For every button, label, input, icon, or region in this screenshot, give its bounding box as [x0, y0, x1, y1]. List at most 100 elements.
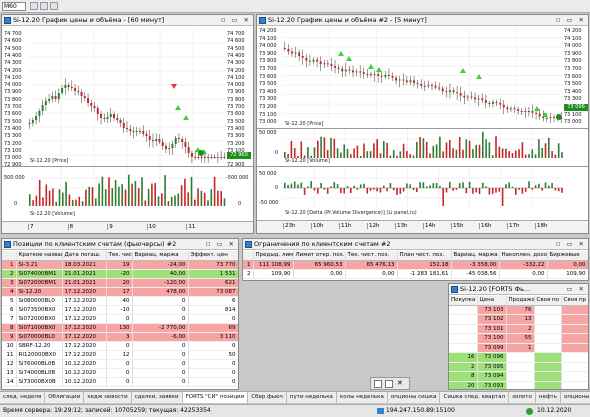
order-book-row[interactable]: 73 101 2: [449, 324, 588, 334]
volume-bar: [518, 149, 520, 158]
window-controls[interactable]: ▭ ✕: [566, 285, 586, 294]
workspace-tab[interactable]: FORTS "СИ" позиции: [182, 392, 249, 403]
candle-body: [477, 98, 480, 100]
workspace-tab[interactable]: Сишка след. квартал: [440, 392, 510, 403]
print-icon[interactable]: [50, 2, 58, 10]
table-row[interactable]: 6 Si073500BX0 17.12.2020 -10 0 814: [2, 305, 238, 315]
column-header[interactable]: Биржевые: [547, 251, 588, 261]
order-book-row[interactable]: 73 099 1: [449, 343, 588, 353]
order-book-row[interactable]: 73 102 13: [449, 314, 588, 325]
column-header[interactable]: Дата погаш.: [62, 251, 107, 261]
new-window-icon[interactable]: [30, 2, 38, 10]
table-row[interactable]: 3 Si072000BM1 21.01.2021 20 -120,00 621: [2, 278, 238, 288]
table-cell: RI120000BX0: [16, 350, 63, 360]
table-row[interactable]: 4 Si-12.20 17.12.2020 17 478,00 73 087: [2, 287, 238, 297]
save-icon[interactable]: [40, 2, 48, 10]
column-header[interactable]: Краткое название: [16, 251, 63, 261]
column-header[interactable]: [243, 251, 254, 261]
candle-body: [316, 59, 319, 62]
table-row[interactable]: 8 Si071000BX0 17.12.2020 130 -2 770,00 69: [2, 323, 238, 333]
workspace-tab[interactable]: опционы сишка: [388, 392, 441, 403]
column-header[interactable]: Накоплен. доход: [499, 251, 548, 261]
candle-body: [438, 87, 441, 89]
column-header[interactable]: Вариац. маржа: [132, 251, 189, 261]
workspace-tab[interactable]: опционы ртс: [561, 392, 590, 403]
table-row[interactable]: 2 Si074000BM1 21.01.2021 -20 40,00 1 531: [2, 269, 238, 279]
column-header[interactable]: Покупка: [449, 296, 478, 306]
column-header[interactable]: Цена: [477, 296, 507, 306]
close-icon[interactable]: ✕: [397, 379, 403, 387]
table-row[interactable]: 9 Si070000BL0 17.12.2020 3 -6,00 3 110: [2, 332, 238, 342]
table-cell: Si074000BM1: [16, 269, 63, 279]
order-book-row[interactable]: 73 100 55: [449, 333, 588, 344]
interval-select[interactable]: M60: [2, 2, 26, 11]
column-header[interactable]: Эффект. цен: [188, 251, 238, 261]
column-header[interactable]: Тек. чист. поз.: [345, 251, 398, 261]
candle-body: [452, 90, 455, 93]
column-header[interactable]: [2, 251, 17, 261]
candle-body: [181, 139, 184, 142]
price-tick-label: 73 000: [259, 119, 277, 126]
window-controls[interactable]: ▫ ▭ ✕: [556, 16, 586, 25]
window-controls[interactable]: ▫ ▭ ✕: [221, 16, 251, 25]
table-row[interactable]: 10 SBRF-12.20 17.12.2020 0 0 0: [2, 341, 238, 351]
volume-bar: [147, 188, 150, 206]
positions-table[interactable]: Краткое названиеДата погаш.Тек. чист.Вар…: [2, 251, 238, 387]
workspace-tab[interactable]: золото: [509, 392, 536, 403]
delta-bar: [548, 185, 550, 188]
volume-bar: [366, 151, 369, 158]
table-cell: 0: [106, 368, 133, 378]
window-controls[interactable]: ▫ ▭ ✕: [206, 240, 236, 249]
workspace-tab[interactable]: сделки, заявки: [132, 392, 183, 403]
column-header[interactable]: Тек. чист.: [106, 251, 133, 261]
price-tick-label: 73 500: [564, 81, 582, 88]
column-header[interactable]: Лимит откр. поз.: [293, 251, 346, 261]
delta-bar: [462, 182, 464, 188]
volume-bars-area[interactable]: [28, 168, 226, 208]
order-book-table[interactable]: Покупка Цена Продажа Своя по Своя пр 73 103 7…: [449, 296, 588, 389]
column-header[interactable]: Своя по: [534, 296, 562, 306]
price-candles-area[interactable]: [283, 28, 563, 123]
price-candles-area[interactable]: [28, 29, 226, 169]
table-row[interactable]: 5 Si080000BL0 17.12.2020 40 0 6: [2, 296, 238, 306]
order-book-row[interactable]: 16 73 096: [449, 352, 588, 363]
candle-body: [138, 131, 141, 132]
column-header[interactable]: Вариац. маржа: [451, 251, 500, 261]
column-header[interactable]: Продажа: [506, 296, 535, 306]
link-icon[interactable]: [374, 380, 382, 388]
table-row[interactable]: 1 Si-3.21 18.03.2021 19 -24,00 73 770: [2, 260, 238, 270]
table-row[interactable]: 12 Si76000BL0B 10.12.2020 0 0 0: [2, 359, 238, 369]
link-icon-2[interactable]: [385, 380, 393, 388]
workspace-tab[interactable]: Облигации: [45, 392, 85, 403]
window-controls[interactable]: ▫ ▭ ✕: [556, 240, 586, 249]
workspace-tab[interactable]: след. неделя: [0, 392, 46, 403]
table-row[interactable]: 11 RI120000BX0 17.12.2020 12 0 50: [2, 350, 238, 360]
workspace-tab[interactable]: Сбер фьюч: [248, 392, 287, 403]
workspace-tab[interactable]: колы неделька: [337, 392, 388, 403]
candle-body: [90, 103, 93, 106]
table-row[interactable]: 1 111 108,99 65 960,53 65 476,13 152,18 -3 35…: [243, 260, 588, 270]
limits-table[interactable]: Предыд. лимитЛимит откр. поз.Тек. чист. …: [243, 251, 588, 279]
price-tick-label: 73 600: [227, 111, 245, 118]
delta-bar: [561, 188, 563, 193]
column-header[interactable]: Своя пр: [561, 296, 588, 306]
workspace-tab[interactable]: нефть: [536, 392, 562, 403]
table-row[interactable]: 13 Si74000BL0B 10.12.2020 0 0 0: [2, 368, 238, 378]
order-book-row[interactable]: 2 73 095: [449, 362, 588, 372]
table-row[interactable]: 2 109,90 0,00 0,00 -1 283 181,61 -45 038,56 0,…: [243, 269, 588, 279]
volume-bars-area[interactable]: [283, 129, 563, 159]
volume-bar: [32, 200, 34, 206]
table-row[interactable]: 7 Si072000BX0 17.12.2020 0 0 0: [2, 314, 238, 324]
delta-bars-area[interactable]: [283, 168, 563, 208]
column-header[interactable]: План чист. поз.: [397, 251, 452, 261]
order-book-row[interactable]: 8 73 094: [449, 371, 588, 382]
order-book-row[interactable]: 20 73 093: [449, 381, 588, 389]
volume-bar: [197, 188, 199, 206]
status-date: 10.12.2020: [537, 407, 572, 414]
volume-bar: [491, 155, 494, 158]
workspace-tab[interactable]: пути неделька: [287, 392, 337, 403]
table-row[interactable]: 14 Si73000BX0B 10.12.2020 0 0 0: [2, 377, 238, 387]
column-header[interactable]: Предыд. лимит: [253, 251, 294, 261]
order-book-row[interactable]: 73 103 76: [449, 305, 588, 315]
workspace-tab[interactable]: хедж новости: [84, 392, 132, 403]
